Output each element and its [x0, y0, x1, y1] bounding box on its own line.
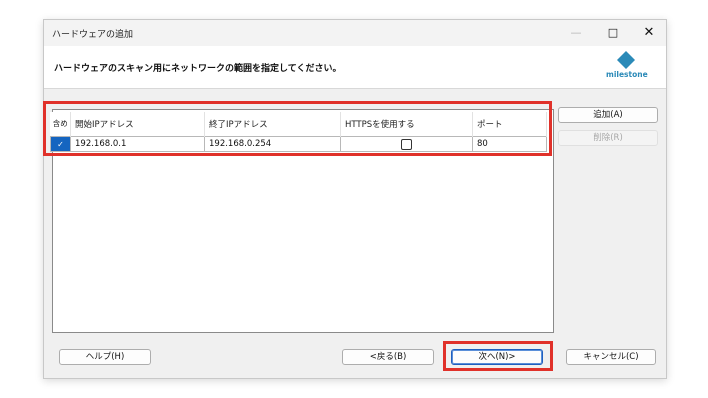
close-button[interactable]: ✕ [637, 23, 661, 43]
milestone-diamond-icon [617, 51, 635, 69]
add-hardware-dialog: ハードウェアの追加 — □ ✕ ハードウェアのスキャン用にネットワークの範囲を指… [43, 19, 667, 379]
cancel-button[interactable]: キャンセル(C) [566, 349, 656, 365]
help-button[interactable]: ヘルプ(H) [59, 349, 151, 365]
dialog-header: ハードウェアのスキャン用にネットワークの範囲を指定してください。 milesto… [44, 46, 666, 89]
add-button[interactable]: 追加(A) [558, 107, 658, 123]
maximize-button[interactable]: □ [601, 23, 625, 43]
table-highlight-box [43, 101, 552, 156]
instruction-text: ハードウェアのスキャン用にネットワークの範囲を指定してください。 [54, 64, 342, 74]
title-bar: ハードウェアの追加 — □ ✕ [44, 20, 666, 46]
milestone-logo: milestone [606, 51, 648, 85]
minimize-button[interactable]: — [564, 23, 588, 43]
back-button[interactable]: <戻る(B) [342, 349, 434, 365]
next-button-highlight-box [443, 341, 553, 371]
remove-button[interactable]: 削除(R) [558, 130, 658, 146]
logo-text: milestone [606, 70, 648, 79]
window-title: ハードウェアの追加 [52, 30, 134, 40]
